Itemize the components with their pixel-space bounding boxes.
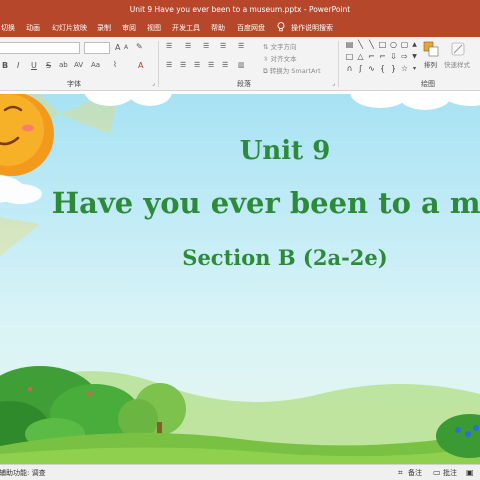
grow-font-icon[interactable]: A: [115, 43, 120, 52]
bold-button[interactable]: B: [2, 61, 8, 70]
tab-review[interactable]: 审阅: [122, 23, 136, 33]
normal-view-icon[interactable]: ▣: [466, 468, 474, 477]
arrange-label[interactable]: 排列: [424, 59, 437, 69]
tell-me-search[interactable]: 操作说明搜索: [291, 23, 333, 33]
quick-styles-icon[interactable]: [449, 40, 467, 58]
numbering-icon[interactable]: ☰: [185, 42, 191, 50]
shape-line-icon[interactable]: ╲: [367, 40, 376, 49]
shape-connector-icon[interactable]: ⌐: [367, 52, 376, 61]
slide-canvas[interactable]: Unit 9 Have you ever been to a museum Se…: [0, 94, 480, 464]
tab-record[interactable]: 录制: [97, 23, 111, 33]
distribute-icon[interactable]: ☰: [222, 61, 228, 69]
title-bar: Unit 9 Have you ever been to a museum.pp…: [0, 0, 480, 19]
clear-format-icon[interactable]: ✎: [136, 42, 143, 51]
align-right-icon[interactable]: ☰: [194, 61, 200, 69]
window-title: Unit 9 Have you ever been to a museum.pp…: [129, 5, 351, 14]
italic-button[interactable]: I: [17, 61, 19, 70]
bullets-icon[interactable]: ☰: [166, 42, 172, 50]
highlight-icon[interactable]: ⌇: [113, 60, 117, 69]
align-center-icon[interactable]: ☰: [180, 61, 186, 69]
text-direction-button[interactable]: ⇅ 文字方向: [263, 41, 297, 51]
shape-brace-icon[interactable]: }: [389, 64, 398, 73]
font-name-box[interactable]: [0, 42, 80, 54]
accessibility-status[interactable]: 辅助功能: 调查: [0, 468, 46, 478]
separator: [338, 41, 339, 87]
align-text-button[interactable]: ⇳ 对齐文本: [263, 53, 297, 63]
separator: [158, 41, 159, 87]
group-label-paragraph: 段落: [237, 80, 251, 88]
columns-icon[interactable]: ▥: [238, 61, 245, 69]
font-color-icon[interactable]: A: [138, 61, 143, 70]
strikethrough-button[interactable]: S: [46, 61, 51, 70]
font-size-box[interactable]: [84, 42, 110, 54]
justify-icon[interactable]: ☰: [208, 61, 214, 69]
gallery-scroll-down-icon[interactable]: ▼: [410, 52, 419, 61]
shadow-button[interactable]: ab: [59, 61, 68, 69]
tab-animations[interactable]: 动画: [26, 23, 40, 33]
text-direction-label: 文字方向: [270, 43, 297, 51]
group-label-font: 字体: [67, 80, 81, 88]
change-case-button[interactable]: Aa: [91, 61, 100, 69]
gallery-scroll-up-icon[interactable]: ▲: [410, 40, 419, 49]
shape-wave-icon[interactable]: ∿: [367, 64, 376, 73]
lightbulb-icon: [277, 22, 285, 32]
tab-help[interactable]: 帮助: [211, 23, 225, 33]
shape-triangle-icon[interactable]: △: [356, 52, 365, 61]
shape-brace-icon[interactable]: {: [378, 64, 387, 73]
shape-line-icon[interactable]: ╲: [356, 40, 365, 49]
arrange-icon[interactable]: [422, 40, 440, 58]
shape-curve-icon[interactable]: ∩: [345, 64, 354, 73]
convert-smartart-label: 转换为 SmartArt: [269, 67, 321, 75]
shape-rectangle-icon[interactable]: □: [378, 40, 387, 49]
tab-view[interactable]: 视图: [147, 23, 161, 33]
shape-textbox-icon[interactable]: ▤: [345, 40, 354, 49]
slide-title-unit[interactable]: Unit 9: [0, 136, 480, 166]
font-dialog-launcher-icon[interactable]: ⌟: [152, 80, 155, 87]
shrink-font-icon[interactable]: A: [124, 44, 128, 51]
tab-transitions[interactable]: 切换: [1, 23, 15, 33]
shape-star-icon[interactable]: ☆: [400, 64, 409, 73]
comments-icon[interactable]: ▭: [433, 468, 441, 477]
tab-developer[interactable]: 开发工具: [172, 23, 200, 33]
paragraph-dialog-launcher-icon[interactable]: ⌟: [332, 80, 335, 87]
ribbon: A A ✎ B I U S ab AV Aa ⌇ A 字体 ⌟ ☰ ☰ ☰ ☰ …: [0, 37, 480, 91]
tab-slideshow[interactable]: 幻灯片放映: [52, 23, 87, 33]
align-text-label: 对齐文本: [270, 55, 297, 63]
shape-arrow-icon[interactable]: ⇩: [389, 52, 398, 61]
gallery-more-icon[interactable]: ▾: [410, 64, 419, 73]
shape-oval-icon[interactable]: ○: [389, 40, 398, 49]
char-spacing-button[interactable]: AV: [74, 61, 83, 69]
status-bar: 辅助功能: 调查 ⌗ 备注 ▭ 批注 ▣: [0, 464, 480, 480]
indent-increase-icon[interactable]: ☰: [220, 42, 226, 50]
shape-rounded-rect-icon[interactable]: ▢: [400, 40, 409, 49]
line-spacing-icon[interactable]: ☰: [238, 42, 244, 50]
indent-decrease-icon[interactable]: ☰: [203, 42, 209, 50]
ribbon-tabs: 切换 动画 幻灯片放映 录制 审阅 视图 开发工具 帮助 百度网盘 操作说明搜索: [0, 19, 480, 37]
quick-styles-label[interactable]: 快速样式: [444, 59, 470, 69]
powerpoint-window: Unit 9 Have you ever been to a museum.pp…: [0, 0, 480, 480]
shape-connector-icon[interactable]: ⌐: [378, 52, 387, 61]
shape-curve-icon[interactable]: ʃ: [356, 64, 365, 73]
shape-square-icon[interactable]: □: [345, 52, 354, 61]
convert-smartart-button[interactable]: ⧉ 转换为 SmartArt: [263, 65, 321, 76]
align-left-icon[interactable]: ☰: [166, 61, 172, 69]
cloud-top-right: [84, 94, 480, 110]
tab-baidu-netdisk[interactable]: 百度网盘: [237, 23, 265, 33]
slide-title-question[interactable]: Have you ever been to a museum: [0, 186, 480, 220]
slide-subtitle-section[interactable]: Section B (2a-2e): [0, 245, 480, 270]
notes-icon[interactable]: ⌗: [398, 468, 403, 478]
notes-button[interactable]: 备注: [408, 468, 422, 478]
comments-button[interactable]: 批注: [443, 468, 457, 478]
underline-button[interactable]: U: [31, 61, 37, 70]
group-label-drawing: 绘图: [421, 80, 435, 88]
shape-arrow-icon[interactable]: ⇨: [400, 52, 409, 61]
